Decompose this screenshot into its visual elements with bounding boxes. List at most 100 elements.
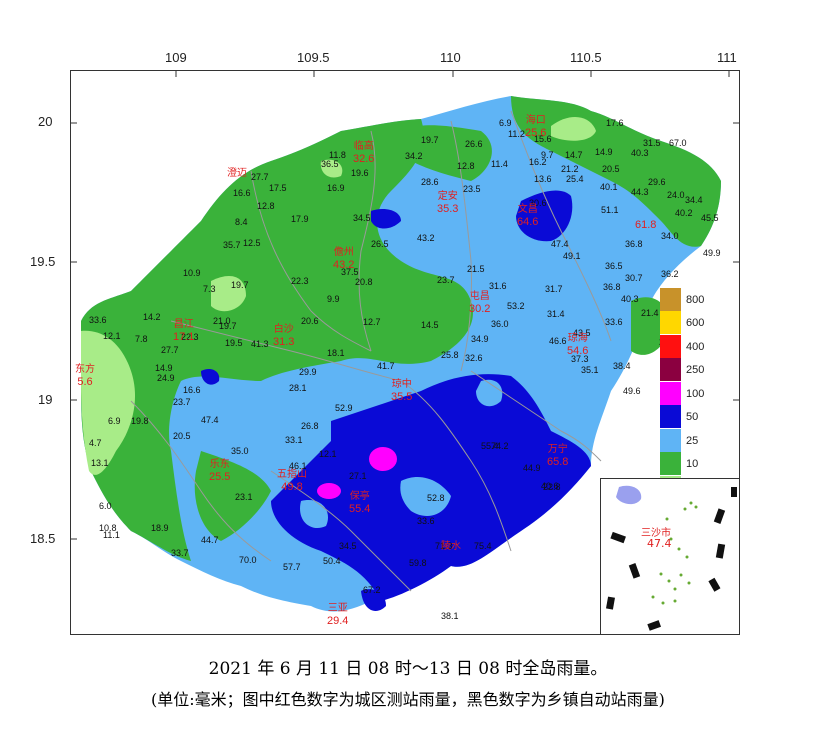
town-station-value: 34.2	[405, 151, 423, 161]
city-station-value: 29.4	[327, 615, 349, 627]
legend-swatch	[660, 452, 681, 477]
town-station-value: 43.2	[417, 233, 435, 243]
town-station-value: 27.7	[161, 345, 179, 355]
town-station-value: 4.7	[89, 438, 102, 448]
y-tick-20: 20	[38, 114, 53, 129]
legend-item: 600	[660, 311, 704, 336]
town-station-value: 18.1	[327, 348, 345, 358]
town-station-value: 25.8	[441, 350, 459, 360]
inset-dashes	[606, 487, 737, 631]
legend-label: 800	[686, 293, 705, 306]
city-station: 文昌 64.6	[517, 204, 538, 228]
town-station-value: 36.2	[661, 269, 679, 279]
town-station-value: 41.3	[251, 339, 269, 349]
town-station-value: 19.5	[225, 338, 243, 348]
city-station-value: 25.6	[525, 127, 547, 139]
city-station: 定安 35.3	[437, 191, 458, 215]
town-station-value: 13.6	[534, 174, 552, 184]
x-tick-109: 109	[165, 50, 187, 65]
town-station-value: 14.7	[565, 150, 583, 160]
town-station-value: 17.6	[606, 118, 624, 128]
town-station-value: 12.7	[363, 317, 381, 327]
town-station-value: 44.7	[201, 535, 219, 545]
town-station-value: 26.8	[301, 421, 319, 431]
town-station-value: 33.7	[171, 548, 189, 558]
city-station: 万宁 65.8	[547, 444, 568, 468]
city-station-name: 三亚	[327, 603, 348, 614]
city-station: 临高 32.6	[353, 141, 374, 165]
town-station-value: 6.9	[499, 118, 512, 128]
town-station-value: 10.9	[183, 268, 201, 278]
town-station-value: 52.8	[427, 493, 445, 503]
town-station-value: 14.9	[155, 363, 173, 373]
city-station: 保亭 55.4	[349, 491, 370, 515]
town-station-value: 22.8	[543, 482, 561, 492]
town-station-value: 35.7	[223, 240, 241, 250]
city-station-name: 东方	[75, 364, 95, 375]
city-station-name: 儋州	[333, 247, 354, 258]
town-station-value: 20.5	[173, 431, 191, 441]
town-station-value: 32.6	[465, 353, 483, 363]
city-station-value: 61.8	[635, 219, 657, 231]
town-station-value: 21.4	[641, 308, 659, 318]
town-station-value: 18.9	[151, 523, 169, 533]
rainfall-legend: 800 600 400 250 100 50 25 10 1	[660, 287, 705, 500]
city-station: 五指山 49.8	[277, 469, 307, 493]
town-station-value: 16.6	[183, 385, 201, 395]
city-station-value: 35.5	[391, 391, 413, 403]
town-station-value: 30.7	[625, 273, 643, 283]
inset-island	[616, 485, 642, 505]
town-station-value: 24.9	[157, 373, 175, 383]
legend-label: 400	[686, 340, 705, 353]
town-station-value: 17.9	[291, 214, 309, 224]
town-station-value: 20.6	[301, 316, 319, 326]
city-station-value: 49.8	[281, 481, 303, 493]
town-station-value: 36.5	[605, 261, 623, 271]
y-tick-18.5: 18.5	[30, 531, 56, 546]
town-station-value: 12.8	[257, 201, 275, 211]
city-station-value: 30.2	[469, 303, 491, 315]
y-tick-19.5: 19.5	[30, 254, 56, 269]
town-station-value: 34.0	[661, 231, 679, 241]
town-station-value: 6.9	[108, 416, 121, 426]
city-station-value: 65.8	[547, 456, 569, 468]
town-station-value: 26.5	[371, 239, 389, 249]
city-station-value: 55.4	[349, 503, 371, 515]
town-station-value: 67.2	[363, 585, 381, 595]
legend-label: 50	[686, 411, 699, 424]
town-station-value: 24.0	[667, 190, 685, 200]
town-station-value: 7.3	[203, 284, 216, 294]
city-station: 儋州 43.2	[333, 247, 354, 271]
town-station-value: 12.1	[319, 449, 337, 459]
city-station-name: 昌江	[173, 319, 194, 330]
town-station-value: 33.6	[605, 317, 623, 327]
town-station-value: 44.9	[523, 463, 541, 473]
town-station-value: 34.5	[339, 541, 357, 551]
town-station-value: 14.9	[595, 147, 613, 157]
town-station-value: 28.6	[421, 177, 439, 187]
town-station-value: 35.0	[231, 446, 249, 456]
city-station: 澄迈	[227, 168, 247, 180]
city-station-name: 五指山	[277, 469, 307, 480]
inset-islands-dots	[651, 501, 698, 605]
town-station-value: 25.4	[566, 174, 584, 184]
legend-item: 400	[660, 334, 705, 359]
south-china-sea-inset: 三沙市 47.4	[600, 478, 740, 635]
town-station-value: 34.4	[685, 195, 703, 205]
town-station-value: 36.8	[603, 282, 621, 292]
city-station: 东方 5.6	[75, 364, 95, 388]
town-station-value: 53.2	[507, 301, 525, 311]
x-tick-110.5: 110.5	[570, 50, 602, 65]
city-station-name: 琼中	[391, 379, 412, 390]
town-station-value: 29.9	[299, 367, 317, 377]
town-station-value: 13.1	[91, 458, 109, 468]
town-station-value: 19.7	[231, 280, 249, 290]
city-station-name: 屯昌	[469, 291, 490, 302]
legend-swatch	[660, 334, 681, 359]
legend-swatch	[660, 358, 681, 383]
town-station-value: 36.8	[625, 239, 643, 249]
town-station-value: 34.9	[471, 334, 489, 344]
town-station-value: 38.4	[613, 361, 631, 371]
city-station-name: 白沙	[273, 324, 294, 335]
town-station-value: 9.9	[327, 294, 340, 304]
